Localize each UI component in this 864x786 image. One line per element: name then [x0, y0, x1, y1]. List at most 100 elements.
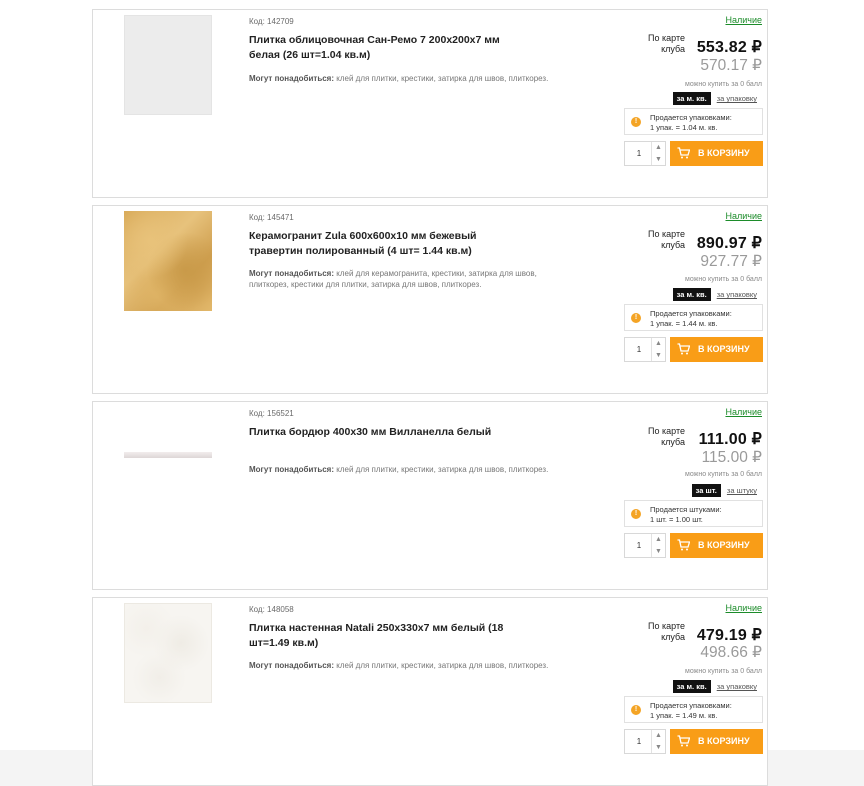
- related-products: Могут понадобиться: клей для керамограни…: [249, 268, 549, 290]
- bonus-text: можно купить за 0 балл: [685, 81, 762, 88]
- notice-line2: 1 упак. = 1.04 м. кв.: [650, 123, 718, 132]
- cart-icon: [677, 735, 690, 747]
- stepper-arrows: ▲ ▼: [651, 142, 665, 165]
- cart-button-label: В КОРЗИНУ: [698, 148, 750, 158]
- info-icon: !: [631, 509, 641, 519]
- info-icon: !: [631, 117, 641, 127]
- related-label: Могут понадобиться:: [249, 269, 335, 278]
- bonus-text: можно купить за 0 балл: [685, 668, 762, 675]
- chevron-up-icon[interactable]: ▲: [652, 534, 665, 545]
- unit-switch: за шт. за штуку: [691, 482, 757, 498]
- related-text: клей для плитки, крестики, затирка для ш…: [336, 74, 549, 83]
- chevron-down-icon[interactable]: ▼: [652, 546, 665, 557]
- info-icon: !: [631, 313, 641, 323]
- product-image[interactable]: [124, 452, 212, 458]
- unit-switch: за м. кв. за упаковку: [672, 90, 757, 106]
- regular-price: 115.00 ₽: [701, 449, 762, 466]
- notice-line1: Продается упаковками:: [650, 113, 732, 122]
- related-label: Могут понадобиться:: [249, 465, 335, 474]
- club-price: 479.19 ₽: [696, 627, 762, 644]
- cart-icon: [677, 539, 690, 551]
- cart-button-label: В КОРЗИНУ: [698, 344, 750, 354]
- related-products: Могут понадобиться: клей для плитки, кре…: [249, 464, 549, 475]
- product-image[interactable]: [124, 15, 212, 115]
- club-price: 111.00 ₽: [698, 431, 762, 448]
- product-image[interactable]: [124, 603, 212, 703]
- info-icon: !: [631, 705, 641, 715]
- add-to-cart-button[interactable]: В КОРЗИНУ: [670, 337, 763, 362]
- related-products: Могут понадобиться: клей для плитки, кре…: [249, 73, 549, 84]
- related-text: клей для плитки, крестики, затирка для ш…: [336, 465, 549, 474]
- bonus-text: можно купить за 0 балл: [685, 471, 762, 478]
- club-card-label: По карте клуба: [648, 229, 685, 250]
- product-title[interactable]: Плитка облицовочная Сан-Ремо 7 200х200х7…: [249, 33, 509, 63]
- club-price: 553.82 ₽: [696, 39, 762, 56]
- quantity-input[interactable]: 1: [625, 338, 653, 361]
- quantity-stepper[interactable]: 1 ▲ ▼: [624, 141, 666, 166]
- unit-option-alt[interactable]: за упаковку: [717, 94, 757, 103]
- product-card: Код: 156521 Плитка бордюр 400х30 мм Вилл…: [92, 401, 768, 590]
- cart-icon: [677, 343, 690, 355]
- product-image[interactable]: [124, 211, 212, 311]
- add-to-cart-button[interactable]: В КОРЗИНУ: [670, 729, 763, 754]
- product-code: Код: 142709: [249, 17, 294, 26]
- product-code: Код: 145471: [249, 213, 294, 222]
- quantity-stepper[interactable]: 1 ▲ ▼: [624, 729, 666, 754]
- packaging-notice: ! Продается упаковками: 1 упак. = 1.44 м…: [624, 304, 763, 331]
- packaging-notice: ! Продается упаковками: 1 упак. = 1.04 м…: [624, 108, 763, 135]
- bonus-text: можно купить за 0 балл: [685, 276, 762, 283]
- availability-link[interactable]: Наличие: [725, 407, 762, 417]
- product-title[interactable]: Керамогранит Zula 600х600х10 мм бежевый …: [249, 229, 509, 259]
- club-card-label: По карте клуба: [648, 621, 685, 642]
- availability-link[interactable]: Наличие: [725, 15, 762, 25]
- availability-link[interactable]: Наличие: [725, 603, 762, 613]
- unit-option-active[interactable]: за шт.: [691, 484, 721, 498]
- chevron-down-icon[interactable]: ▼: [652, 154, 665, 165]
- regular-price: 498.66 ₽: [700, 644, 762, 661]
- cart-icon: [677, 147, 690, 159]
- related-label: Могут понадобиться:: [249, 661, 335, 670]
- chevron-down-icon[interactable]: ▼: [652, 350, 665, 361]
- notice-line2: 1 упак. = 1.49 м. кв.: [650, 711, 718, 720]
- unit-option-alt[interactable]: за штуку: [727, 486, 757, 495]
- unit-switch: за м. кв. за упаковку: [672, 286, 757, 302]
- product-list: Код: 142709 Плитка облицовочная Сан-Ремо…: [0, 0, 864, 786]
- quantity-stepper[interactable]: 1 ▲ ▼: [624, 533, 666, 558]
- club-card-label: По карте клуба: [648, 426, 685, 447]
- notice-line1: Продается штуками:: [650, 505, 722, 514]
- notice-line2: 1 шт. = 1.00 шт.: [650, 515, 703, 524]
- product-title[interactable]: Плитка бордюр 400х30 мм Вилланелла белый: [249, 425, 509, 440]
- cart-button-label: В КОРЗИНУ: [698, 736, 750, 746]
- add-to-cart-button[interactable]: В КОРЗИНУ: [670, 533, 763, 558]
- chevron-up-icon[interactable]: ▲: [652, 730, 665, 741]
- unit-option-active[interactable]: за м. кв.: [672, 92, 711, 106]
- notice-line1: Продается упаковками:: [650, 701, 732, 710]
- chevron-up-icon[interactable]: ▲: [652, 338, 665, 349]
- quantity-stepper[interactable]: 1 ▲ ▼: [624, 337, 666, 362]
- stepper-arrows: ▲ ▼: [651, 534, 665, 557]
- chevron-down-icon[interactable]: ▼: [652, 742, 665, 753]
- regular-price: 570.17 ₽: [700, 57, 762, 74]
- product-code: Код: 156521: [249, 409, 294, 418]
- product-card: Код: 142709 Плитка облицовочная Сан-Ремо…: [92, 9, 768, 198]
- unit-option-active[interactable]: за м. кв.: [672, 288, 711, 302]
- unit-option-alt[interactable]: за упаковку: [717, 682, 757, 691]
- stepper-arrows: ▲ ▼: [651, 338, 665, 361]
- availability-link[interactable]: Наличие: [725, 211, 762, 221]
- quantity-input[interactable]: 1: [625, 142, 653, 165]
- quantity-input[interactable]: 1: [625, 534, 653, 557]
- product-code: Код: 148058: [249, 605, 294, 614]
- unit-option-alt[interactable]: за упаковку: [717, 290, 757, 299]
- club-price: 890.97 ₽: [696, 235, 762, 252]
- product-title[interactable]: Плитка настенная Natali 250х330х7 мм бел…: [249, 621, 509, 651]
- regular-price: 927.77 ₽: [700, 253, 762, 270]
- unit-option-active[interactable]: за м. кв.: [672, 680, 711, 694]
- related-label: Могут понадобиться:: [249, 74, 335, 83]
- cart-button-label: В КОРЗИНУ: [698, 540, 750, 550]
- related-text: клей для плитки, крестики, затирка для ш…: [336, 661, 549, 670]
- product-card: Код: 148058 Плитка настенная Natali 250х…: [92, 597, 768, 786]
- unit-switch: за м. кв. за упаковку: [672, 678, 757, 694]
- chevron-up-icon[interactable]: ▲: [652, 142, 665, 153]
- packaging-notice: ! Продается штуками: 1 шт. = 1.00 шт.: [624, 500, 763, 527]
- add-to-cart-button[interactable]: В КОРЗИНУ: [670, 141, 763, 166]
